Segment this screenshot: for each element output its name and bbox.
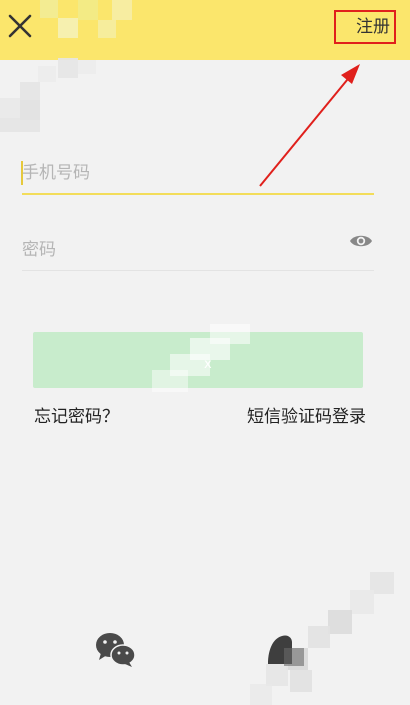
close-icon [8, 14, 32, 38]
close-button[interactable] [4, 10, 36, 42]
phone-field[interactable] [21, 153, 374, 195]
password-input[interactable] [22, 230, 342, 270]
wechat-icon[interactable] [95, 632, 137, 668]
password-field[interactable] [22, 230, 374, 271]
top-bar: 注册 [0, 0, 410, 60]
eye-icon[interactable] [349, 231, 373, 251]
forgot-password-link[interactable]: 忘记密码？ [34, 402, 119, 427]
phone-input[interactable] [22, 153, 342, 193]
other-login-icon[interactable] [266, 628, 306, 668]
register-button[interactable]: 注册 [334, 10, 396, 44]
login-button[interactable] [33, 332, 363, 388]
sms-login-link[interactable]: 短信验证码登录 [247, 402, 366, 427]
